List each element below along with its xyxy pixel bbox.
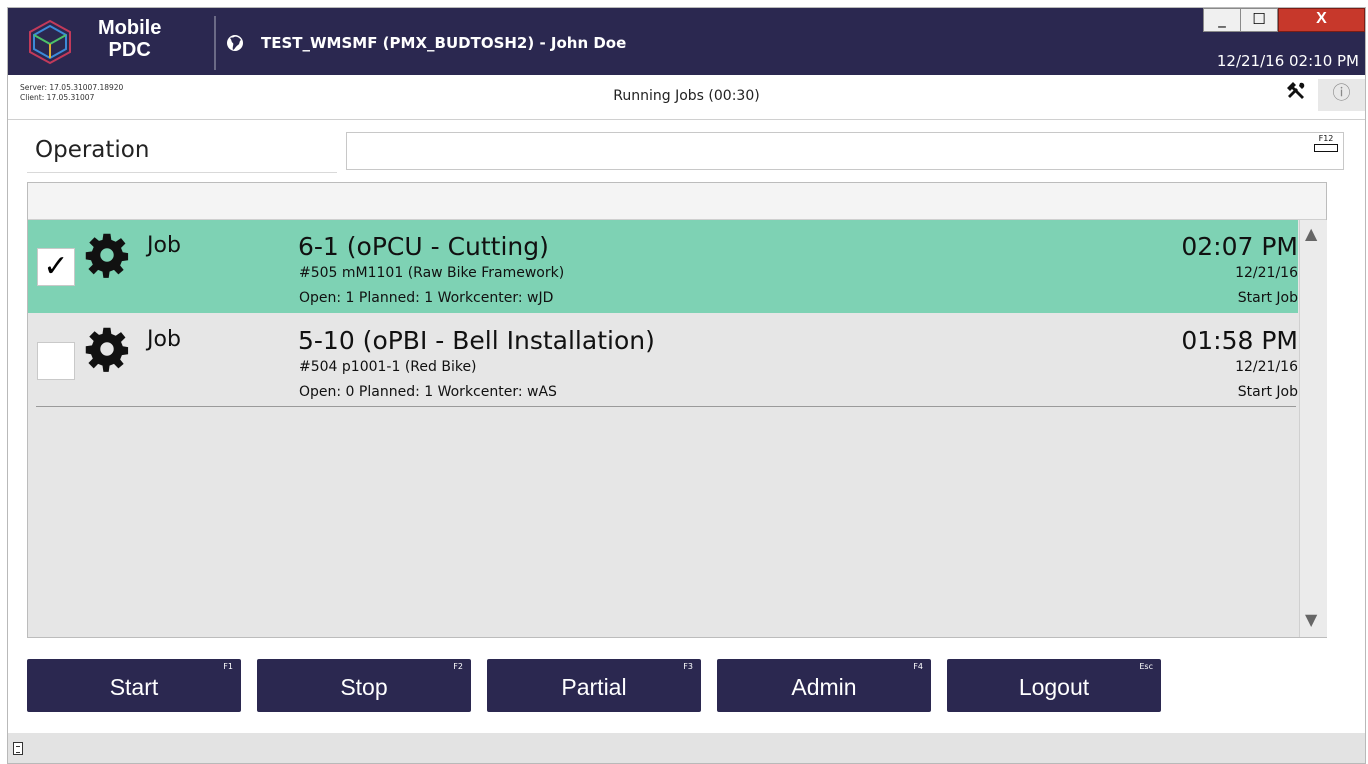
admin-button[interactable]: F4 Admin (717, 659, 931, 712)
title-bar: Mobile PDC TEST_WMSMF (PMX_BUDTOSH2) - J… (8, 8, 1365, 75)
job-title: 6-1 (oPCU - Cutting) (298, 232, 549, 261)
logout-button[interactable]: Esc Logout (947, 659, 1161, 712)
job-list-header (28, 183, 1326, 220)
job-date: 12/21/16 (1235, 359, 1298, 375)
document-icon[interactable] (13, 742, 23, 755)
close-button[interactable]: X (1278, 8, 1365, 32)
button-label: Stop (340, 674, 388, 700)
job-action: Start Job (1237, 384, 1298, 400)
scroll-down-icon[interactable]: ▼ (1305, 610, 1317, 629)
minimize-button[interactable]: _ (1203, 8, 1241, 32)
running-jobs-title: Running Jobs (00:30) (613, 88, 760, 104)
brand-line1: Mobile (98, 17, 162, 39)
partial-button[interactable]: F3 Partial (487, 659, 701, 712)
title-divider (214, 16, 216, 70)
job-info: Open: 1 Planned: 1 Workcenter: wJD (299, 290, 554, 306)
tools-icon[interactable] (1287, 81, 1307, 101)
job-checkbox[interactable] (37, 342, 75, 380)
button-label: Partial (561, 674, 627, 700)
operation-underline (27, 172, 337, 173)
keyboard-shortcut-label: F12 (1318, 134, 1334, 143)
info-bar: Server: 17.05.31007.18920 Client: 17.05.… (8, 75, 1365, 120)
job-row[interactable]: ✓ Job 6-1 (oPCU - Cutting) #505 mM1101 (… (28, 220, 1298, 313)
info-button[interactable]: ⓘ (1318, 79, 1365, 111)
operation-label: Operation (35, 137, 150, 163)
brand-line2: PDC (108, 39, 151, 61)
maximize-button[interactable]: ☐ (1240, 8, 1278, 32)
row-divider (36, 406, 1296, 407)
mobile-pdc-logo-icon (29, 19, 71, 65)
job-subtitle: #505 mM1101 (Raw Bike Framework) (299, 265, 565, 281)
keyboard-icon (1314, 144, 1338, 152)
button-label: Start (109, 674, 159, 700)
globe-icon (227, 35, 243, 51)
info-icon: ⓘ (1332, 83, 1351, 104)
job-info: Open: 0 Planned: 1 Workcenter: wAS (299, 384, 557, 400)
job-row[interactable]: Job 5-10 (oPBI - Bell Installation) #504… (28, 314, 1298, 407)
job-time: 01:58 PM (1181, 326, 1298, 355)
job-list: ✓ Job 6-1 (oPCU - Cutting) #505 mM1101 (… (27, 182, 1327, 638)
keyboard-button[interactable]: F12 (1310, 134, 1342, 168)
operation-input[interactable] (346, 132, 1344, 170)
shortcut-label: F2 (453, 662, 463, 671)
status-bar (8, 733, 1365, 763)
gear-icon (85, 233, 129, 278)
scroll-up-icon[interactable]: ▲ (1305, 224, 1317, 243)
job-type: Job (147, 327, 181, 352)
clock: 12/21/16 02:10 PM (1216, 52, 1359, 70)
stop-button[interactable]: F2 Stop (257, 659, 471, 712)
job-type: Job (147, 233, 181, 258)
job-time: 02:07 PM (1181, 232, 1298, 261)
start-button[interactable]: F1 Start (27, 659, 241, 712)
shortcut-label: F4 (913, 662, 923, 671)
job-subtitle: #504 p1001-1 (Red Bike) (299, 359, 477, 375)
job-title: 5-10 (oPBI - Bell Installation) (298, 326, 655, 355)
shortcut-label: F3 (683, 662, 693, 671)
shortcut-label: F1 (223, 662, 233, 671)
shortcut-label: Esc (1139, 662, 1153, 671)
button-label: Logout (1018, 674, 1090, 700)
button-label: Admin (791, 674, 857, 700)
brand-name: Mobile PDC (98, 17, 161, 61)
gear-icon (85, 327, 129, 372)
scrollbar[interactable]: ▲ ▼ (1299, 220, 1327, 637)
job-checkbox[interactable]: ✓ (37, 248, 75, 286)
app-title: TEST_WMSMF (PMX_BUDTOSH2) - John Doe (261, 34, 627, 52)
job-action: Start Job (1237, 290, 1298, 306)
job-date: 12/21/16 (1235, 265, 1298, 281)
